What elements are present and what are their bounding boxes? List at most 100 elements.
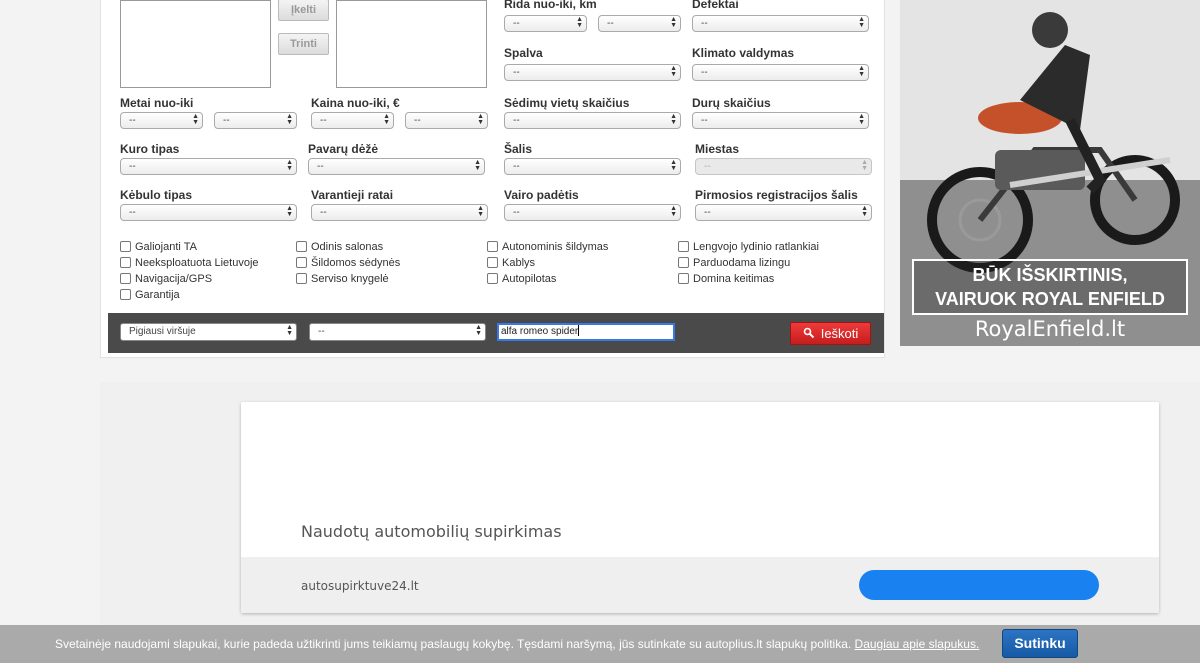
drive-label: Varantieji ratai	[311, 188, 394, 202]
fuel-select[interactable]: -- ▲ ▼	[120, 158, 297, 175]
search-input[interactable]: alfa romeo spider	[497, 323, 675, 341]
mileage-from-select[interactable]: -- ▲ ▼	[504, 15, 587, 32]
secondary-select[interactable]: -- ▲ ▼	[309, 323, 486, 341]
text-caret	[578, 325, 580, 336]
cookie-bar: Svetainėje naudojami slapukai, kurie pad…	[0, 625, 1200, 663]
checkbox-leasing[interactable]: Parduodama lizingu	[678, 257, 790, 271]
body-type-label: Kėbulo tipas	[120, 188, 193, 202]
photo-upload-button[interactable]: Įkelti	[278, 0, 329, 21]
steering-label: Vairo padėtis	[504, 188, 579, 202]
year-to-select[interactable]: -- ▲ ▼	[214, 112, 297, 129]
checkbox-box[interactable]	[296, 241, 307, 252]
select-arrows-icon: ▲ ▼	[670, 16, 677, 29]
ad-headline-box: BŪK IŠSKIRTINIS, VAIRUOK ROYAL ENFIELD	[912, 259, 1188, 315]
checkbox-autonomous-heating[interactable]: Autonominis šildymas	[487, 241, 608, 255]
climate-select[interactable]: -- ▲ ▼	[692, 64, 869, 81]
color-select[interactable]: -- ▲ ▼	[504, 64, 681, 81]
search-button[interactable]: Ieškoti	[790, 322, 871, 345]
select-arrows-icon: ▲ ▼	[670, 113, 677, 126]
doors-label: Durų skaičius	[692, 96, 771, 110]
checkbox-service-book[interactable]: Serviso knygelė	[296, 273, 389, 287]
royal-enfield-ad[interactable]: BŪK IŠSKIRTINIS, VAIRUOK ROYAL ENFIELD R…	[900, 0, 1200, 346]
price-label: Kaina nuo-iki, €	[311, 96, 400, 110]
checkbox-navigation[interactable]: Navigacija/GPS	[120, 273, 212, 287]
first-reg-country-label: Pirmosios registracijos šalis	[695, 188, 858, 202]
country-select[interactable]: -- ▲ ▼	[504, 158, 681, 175]
select-arrows-icon: ▲ ▼	[286, 113, 293, 126]
checkbox-exchange[interactable]: Domina keitimas	[678, 273, 774, 287]
promo-card-button[interactable]	[859, 570, 1099, 600]
price-from-select[interactable]: -- ▲ ▼	[311, 112, 394, 129]
mileage-to-select[interactable]: -- ▲ ▼	[598, 15, 681, 32]
year-from-select[interactable]: -- ▲ ▼	[120, 112, 203, 129]
select-arrows-icon: ▲ ▼	[477, 205, 484, 218]
checkbox-box[interactable]	[487, 273, 498, 284]
select-arrows-icon: ▲ ▼	[475, 324, 482, 337]
checkbox-tow-hook[interactable]: Kablys	[487, 257, 535, 271]
checkbox-box[interactable]	[120, 257, 131, 268]
defects-label: Defektai	[692, 0, 739, 11]
select-arrows-icon: ▲ ▼	[670, 205, 677, 218]
photo-delete-button[interactable]: Trinti	[278, 33, 329, 55]
country-label: Šalis	[504, 142, 533, 156]
select-arrows-icon: ▲ ▼	[858, 65, 865, 78]
cookie-text: Svetainėje naudojami slapukai, kurie pad…	[55, 637, 980, 651]
photo-list-right[interactable]	[336, 0, 487, 88]
checkbox-box[interactable]	[120, 241, 131, 252]
checkbox-heated-seats[interactable]: Šildomos sėdynės	[296, 257, 400, 271]
climate-label: Klimato valdymas	[692, 46, 795, 60]
promo-card-footer: autosupirktuve24.lt	[241, 557, 1159, 613]
select-arrows-icon: ▲ ▼	[858, 16, 865, 29]
checkbox-box[interactable]	[487, 241, 498, 252]
gearbox-label: Pavarų dėžė	[308, 142, 379, 156]
checkbox-leather-interior[interactable]: Odinis salonas	[296, 241, 383, 255]
seats-select[interactable]: -- ▲ ▼	[504, 112, 681, 129]
city-label: Miestas	[695, 142, 740, 156]
sort-select[interactable]: Pigiausi viršuje ▲ ▼	[120, 323, 297, 341]
checkbox-box[interactable]	[120, 289, 131, 300]
steering-select[interactable]: -- ▲ ▼	[504, 204, 681, 221]
ad-headline-line2: VAIRUOK ROYAL ENFIELD	[935, 289, 1165, 309]
checkbox-box[interactable]	[678, 241, 689, 252]
checkbox-box[interactable]	[296, 257, 307, 268]
year-label: Metai nuo-iki	[120, 96, 194, 110]
select-arrows-icon: ▲ ▼	[286, 324, 293, 337]
select-arrows-icon: ▲ ▼	[286, 205, 293, 218]
checkbox-box[interactable]	[678, 273, 689, 284]
select-arrows-icon: ▲ ▼	[286, 159, 293, 172]
checkbox-autopilot[interactable]: Autopilotas	[487, 273, 556, 287]
select-arrows-icon: ▲ ▼	[576, 16, 583, 29]
checkbox-box[interactable]	[487, 257, 498, 268]
city-select: -- ▲ ▼	[695, 158, 872, 175]
checkbox-valid-inspection[interactable]: Galiojanti TA	[120, 241, 197, 255]
checkbox-alloy-wheels[interactable]: Lengvojo lydinio ratlankiai	[678, 241, 819, 255]
mileage-label: Rida nuo-iki, km	[504, 0, 597, 11]
checkbox-box[interactable]	[296, 273, 307, 284]
cookie-accept-button[interactable]: Sutinku	[1002, 629, 1078, 658]
seats-label: Sėdimų vietų skaičius	[504, 96, 630, 110]
ad-site-text: RoyalEnfield.lt	[974, 317, 1126, 341]
body-type-select[interactable]: -- ▲ ▼	[120, 204, 297, 221]
price-to-select[interactable]: -- ▲ ▼	[405, 112, 488, 129]
select-arrows-icon: ▲ ▼	[477, 113, 484, 126]
ad-headline-line1: BŪK IŠSKIRTINIS,	[972, 265, 1128, 285]
photo-list-left[interactable]	[120, 0, 271, 88]
promo-card-link[interactable]: autosupirktuve24.lt	[301, 579, 419, 593]
doors-select[interactable]: -- ▲ ▼	[692, 112, 869, 129]
checkbox-not-used-in-lithuania[interactable]: Neeksploatuota Lietuvoje	[120, 257, 259, 271]
first-reg-country-select[interactable]: -- ▲ ▼	[695, 204, 872, 221]
cookie-more-link[interactable]: Daugiau apie slapukus.	[855, 637, 980, 651]
checkbox-box[interactable]	[678, 257, 689, 268]
promo-card: Naudotų automobilių supirkimas autosupir…	[241, 402, 1159, 613]
select-arrows-icon: ▲ ▼	[861, 205, 868, 218]
select-arrows-icon: ▲ ▼	[858, 113, 865, 126]
checkbox-warranty[interactable]: Garantija	[120, 289, 180, 303]
select-arrows-icon: ▲ ▼	[383, 113, 390, 126]
search-icon	[803, 327, 814, 339]
drive-select[interactable]: -- ▲ ▼	[311, 204, 488, 221]
gearbox-select[interactable]: -- ▲ ▼	[308, 158, 485, 175]
select-arrows-icon: ▲ ▼	[192, 113, 199, 126]
checkbox-box[interactable]	[120, 273, 131, 284]
defects-select[interactable]: -- ▲ ▼	[692, 15, 869, 32]
select-arrows-icon: ▲ ▼	[670, 159, 677, 172]
